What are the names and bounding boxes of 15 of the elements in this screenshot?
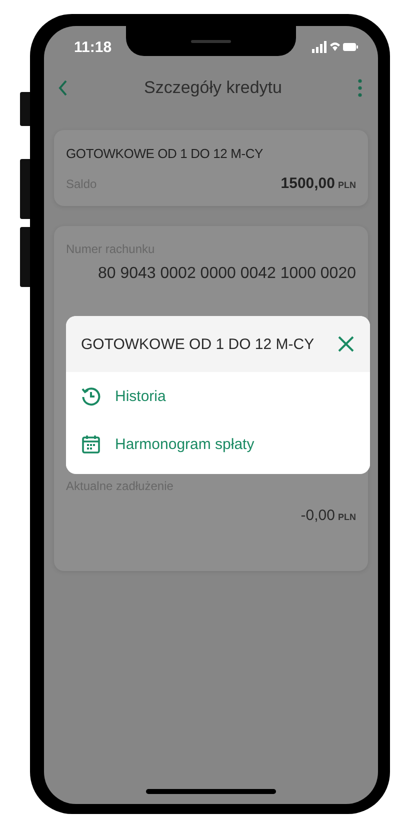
- account-number: 80 9043 0002 0000 0042 1000 0020: [96, 265, 356, 283]
- debt-currency: PLN: [338, 512, 356, 522]
- status-icons: [312, 41, 358, 53]
- balance-amount: 1500,00: [280, 175, 335, 192]
- balance-currency: PLN: [338, 180, 356, 190]
- debt-amount: -0,00: [300, 507, 335, 524]
- loan-name: GOTOWKOWE OD 1 DO 12 M-CY: [66, 146, 264, 161]
- screen-title: Szczegóły kredytu: [144, 78, 282, 98]
- calendar-icon: [81, 434, 101, 454]
- back-icon[interactable]: [58, 79, 68, 97]
- more-menu-icon[interactable]: [358, 79, 362, 97]
- history-icon: [81, 386, 101, 406]
- status-time: 11:18: [74, 38, 112, 56]
- close-icon[interactable]: [338, 336, 354, 352]
- dialog-title: GOTOWKOWE OD 1 DO 12 M-CY: [81, 336, 314, 352]
